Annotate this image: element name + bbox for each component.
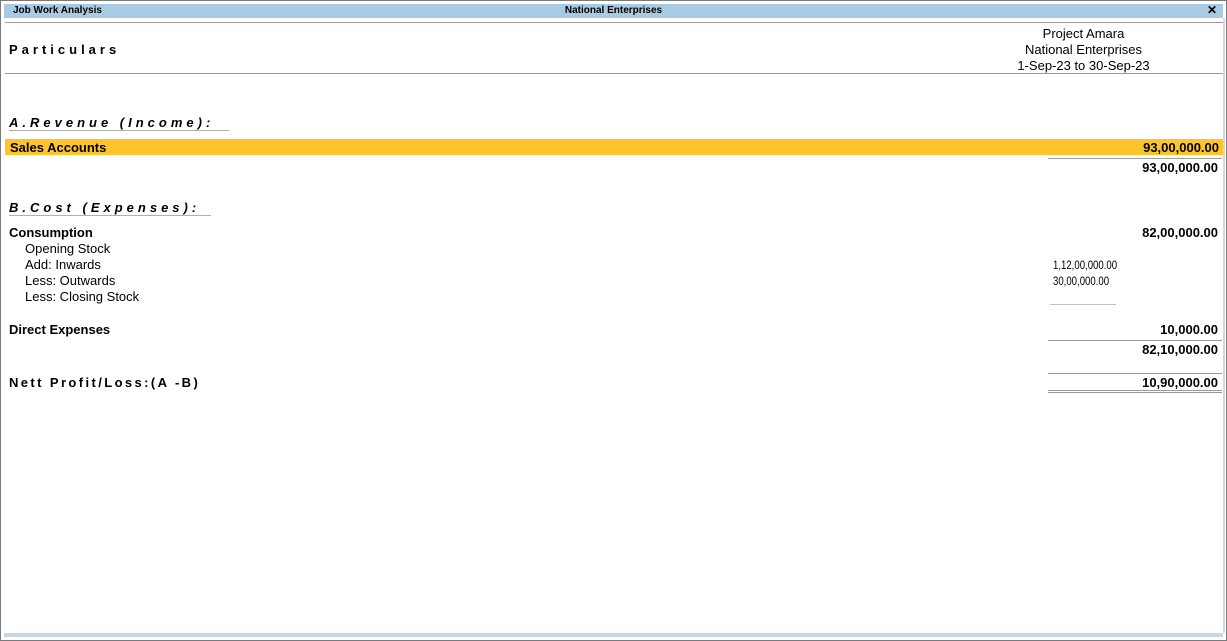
consumption-subtotal-rule — [1050, 304, 1116, 305]
report-window: Job Work Analysis National Enterprises ✕… — [0, 0, 1227, 641]
closing-stock-label: Less: Closing Stock — [25, 289, 140, 304]
company-title: National Enterprises — [564, 5, 663, 16]
net-double-rule-1 — [1048, 390, 1222, 391]
title-bar: Job Work Analysis National Enterprises ✕ — [4, 3, 1223, 18]
direct-expenses-amount: 10,000.00 — [1160, 322, 1218, 337]
column-period: 1-Sep-23 to 30-Sep-23 — [1017, 58, 1150, 73]
particulars-header: Particulars — [9, 42, 121, 57]
inwards-amount: 1,12,00,000.00 — [1053, 258, 1118, 272]
consumption-amount: 82,00,000.00 — [1142, 225, 1218, 240]
direct-expenses-label[interactable]: Direct Expenses — [9, 322, 110, 337]
cost-heading-underline — [9, 215, 211, 216]
net-profit-amount: 10,90,000.00 — [1142, 375, 1218, 390]
revenue-heading-underline — [9, 130, 229, 131]
net-top-rule — [1048, 373, 1222, 374]
net-profit-label: Nett Profit/Loss:(A -B) — [9, 375, 201, 390]
inwards-label: Add: Inwards — [25, 257, 101, 272]
cost-total-rule — [1048, 340, 1222, 341]
bottom-bar — [4, 633, 1223, 637]
net-double-rule-2 — [1048, 392, 1222, 393]
outwards-amount: 30,00,000.00 — [1053, 274, 1110, 288]
consumption-label[interactable]: Consumption — [9, 225, 93, 240]
header-top-rule — [5, 22, 1223, 23]
scrollbar-track[interactable] — [1223, 18, 1225, 633]
outwards-label: Less: Outwards — [25, 273, 116, 288]
revenue-heading: A.Revenue (Income): — [9, 115, 215, 130]
sales-accounts-amount: 93,00,000.00 — [1143, 140, 1219, 155]
sales-accounts-label: Sales Accounts — [10, 140, 107, 155]
cost-heading: B.Cost (Expenses): — [9, 200, 201, 215]
revenue-total-rule — [1048, 158, 1222, 159]
opening-stock-label: Opening Stock — [25, 241, 111, 256]
header-bottom-rule — [5, 73, 1223, 74]
cost-total: 82,10,000.00 — [1142, 342, 1218, 357]
revenue-total: 93,00,000.00 — [1142, 160, 1218, 175]
sales-accounts-row[interactable]: Sales Accounts 93,00,000.00 — [5, 139, 1223, 155]
column-project: Project Amara — [1042, 26, 1125, 41]
column-company: National Enterprises — [1024, 42, 1143, 57]
close-icon[interactable]: ✕ — [1207, 3, 1217, 17]
